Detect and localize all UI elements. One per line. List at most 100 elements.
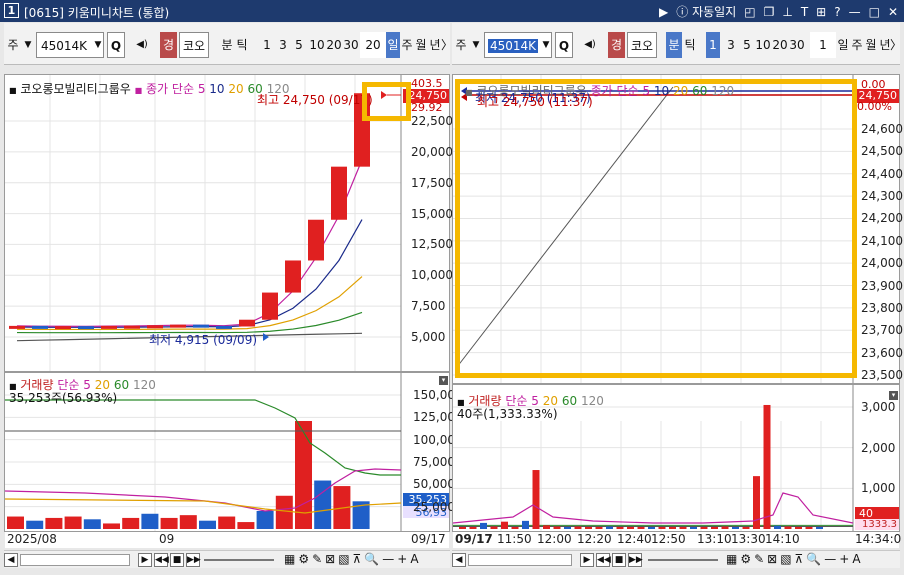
interval-20[interactable]: 20	[325, 32, 343, 58]
sound-icon[interactable]: ◀)	[127, 32, 157, 58]
interval-10[interactable]: 10	[308, 32, 326, 58]
right-scrollbar[interactable]: ◀ ▶ ◀◀ ■ ▶▶ ▦⚙✎⊠▧⊼🔍—+A	[452, 550, 900, 568]
auto-log-button[interactable]: ⓘ 자동일지	[676, 3, 736, 20]
zoom-slider[interactable]	[204, 559, 274, 561]
candle	[170, 324, 186, 328]
minimize-icon[interactable]: —	[849, 5, 861, 19]
dropdown-icon[interactable]: ▼	[470, 32, 482, 58]
layout-icon[interactable]: ◰	[744, 5, 755, 19]
candle	[78, 326, 94, 330]
interval-10[interactable]: 10	[754, 32, 772, 58]
scroll-right-icon[interactable]: ▶	[580, 553, 594, 567]
arrow-icon[interactable]: ▶	[659, 5, 668, 19]
week-button[interactable]: 주	[400, 32, 414, 58]
ma-5: 5	[197, 82, 206, 96]
volume-bar	[64, 516, 82, 529]
tick-button[interactable]: 틱	[235, 32, 249, 58]
warning-badge: 경	[608, 32, 625, 58]
window-title: [0615] 키움미니차트 (통합)	[24, 6, 170, 20]
interval-3[interactable]: 3	[276, 32, 290, 58]
market-select[interactable]: 주	[6, 32, 20, 58]
interval-1[interactable]: 1	[706, 32, 720, 58]
interval-5[interactable]: 5	[292, 32, 306, 58]
scroll-left-icon[interactable]: ◀	[452, 553, 466, 567]
month-button[interactable]: 월	[864, 32, 878, 58]
candle	[285, 260, 301, 293]
scroll-thumb[interactable]	[20, 554, 130, 566]
y-tick-label: 23,800	[861, 300, 903, 315]
volume-bar	[679, 527, 687, 529]
interval-input[interactable]: 20	[360, 32, 386, 58]
time-label: 14:34:0	[855, 532, 902, 546]
rewind-icon[interactable]: ◀◀	[154, 553, 169, 567]
y-tick-label: 7,500	[411, 299, 446, 314]
stock-name-field[interactable]: 코오	[179, 32, 209, 58]
interval-30[interactable]: 30	[788, 32, 806, 58]
interval-3[interactable]: 3	[724, 32, 738, 58]
candle	[308, 219, 324, 261]
candle	[216, 325, 232, 329]
forward-icon[interactable]: ▶▶	[186, 553, 201, 567]
collapse-icon[interactable]: ▾	[889, 391, 898, 400]
stop-icon[interactable]: ■	[612, 553, 626, 567]
tick-button[interactable]: 틱	[683, 32, 697, 58]
grid-icon[interactable]: ⊞	[816, 5, 826, 19]
price-pct-clip: 0.00%	[857, 100, 892, 113]
market-select[interactable]: 주	[454, 32, 468, 58]
left-toolbar: 주 ▼ 45014K ▼ Q ◀) 경 코오 분 틱 1 3 5 10 20 3…	[4, 23, 453, 65]
search-icon[interactable]: Q	[107, 32, 125, 58]
scroll-right-icon[interactable]: ▶	[138, 553, 152, 567]
scroll-thumb[interactable]	[468, 554, 572, 566]
year-button[interactable]: 년	[428, 32, 442, 58]
interval-1[interactable]: 1	[260, 32, 274, 58]
rewind-icon[interactable]: ◀◀	[596, 553, 611, 567]
copy-icon[interactable]: ❐	[764, 5, 775, 19]
zoom-slider[interactable]	[648, 559, 718, 561]
pin-icon[interactable]: ⊥	[782, 5, 792, 19]
scroll-left-icon[interactable]: ◀	[4, 553, 18, 567]
forward-icon[interactable]: ▶▶	[628, 553, 643, 567]
volume-bar	[732, 527, 739, 529]
volume-bar	[199, 520, 216, 529]
maximize-icon[interactable]: □	[869, 5, 880, 19]
interval-20[interactable]: 20	[771, 32, 789, 58]
sound-icon[interactable]: ◀)	[575, 32, 605, 58]
volume-bar	[585, 527, 592, 529]
minute-button[interactable]: 분	[666, 32, 682, 58]
day-button[interactable]: 일	[836, 32, 850, 58]
month-button[interactable]: 월	[414, 32, 428, 58]
day-button[interactable]: 일	[386, 32, 400, 58]
week-button[interactable]: 주	[850, 32, 864, 58]
toolbar-next-icon[interactable]: 〉	[441, 32, 453, 58]
chart-tools[interactable]: ▦⚙✎⊠▧⊼🔍—+A	[726, 552, 864, 566]
stock-name-field[interactable]: 코오	[627, 32, 657, 58]
code-dropdown-icon[interactable]: ▼	[540, 32, 552, 58]
right-volume-pane[interactable]: ■ 거래량 단순 5 20 60 120 40주(1,333.33%) ▾ 40…	[452, 384, 900, 532]
volume-bar	[522, 520, 529, 529]
collapse-icon[interactable]: ▾	[439, 376, 448, 385]
stop-icon[interactable]: ■	[170, 553, 184, 567]
ma20-line	[16, 276, 363, 331]
interval-30[interactable]: 30	[342, 32, 360, 58]
time-label: 14:10	[765, 532, 800, 546]
volume-bar	[816, 527, 823, 529]
interval-input[interactable]: 1	[810, 32, 836, 58]
chart-tools[interactable]: ▦⚙✎⊠▧⊼🔍—+A	[284, 552, 422, 566]
close-icon[interactable]: ✕	[888, 5, 898, 19]
left-volume-pane[interactable]: ■ 거래량 단순 5 20 60 120 35,253주(56.93%) ▾ 3…	[4, 372, 463, 532]
y-tick-label: 22,500	[411, 114, 453, 128]
search-icon[interactable]: Q	[555, 32, 573, 58]
dropdown-icon[interactable]: ▼	[22, 32, 34, 58]
code-dropdown-icon[interactable]: ▼	[92, 32, 104, 58]
y-tick-label: 24,500	[861, 144, 903, 159]
help-icon[interactable]: ?	[834, 5, 840, 19]
minute-button[interactable]: 분	[220, 32, 234, 58]
volume-bar	[141, 513, 159, 529]
interval-5[interactable]: 5	[740, 32, 754, 58]
left-scrollbar[interactable]: ◀ ▶ ◀◀ ■ ▶▶ ▦⚙✎⊠▧⊼🔍—+A	[4, 550, 450, 568]
y-tick-label: 12,500	[411, 237, 453, 252]
right-time-axis: 09/17 11:50 12:00 12:20 12:40 12:50 13:1…	[453, 532, 902, 548]
current-volume: 40주(1,333.33%)	[457, 407, 558, 421]
toolbar-next-icon[interactable]: 〉	[890, 32, 902, 58]
font-icon[interactable]: T	[801, 5, 808, 19]
